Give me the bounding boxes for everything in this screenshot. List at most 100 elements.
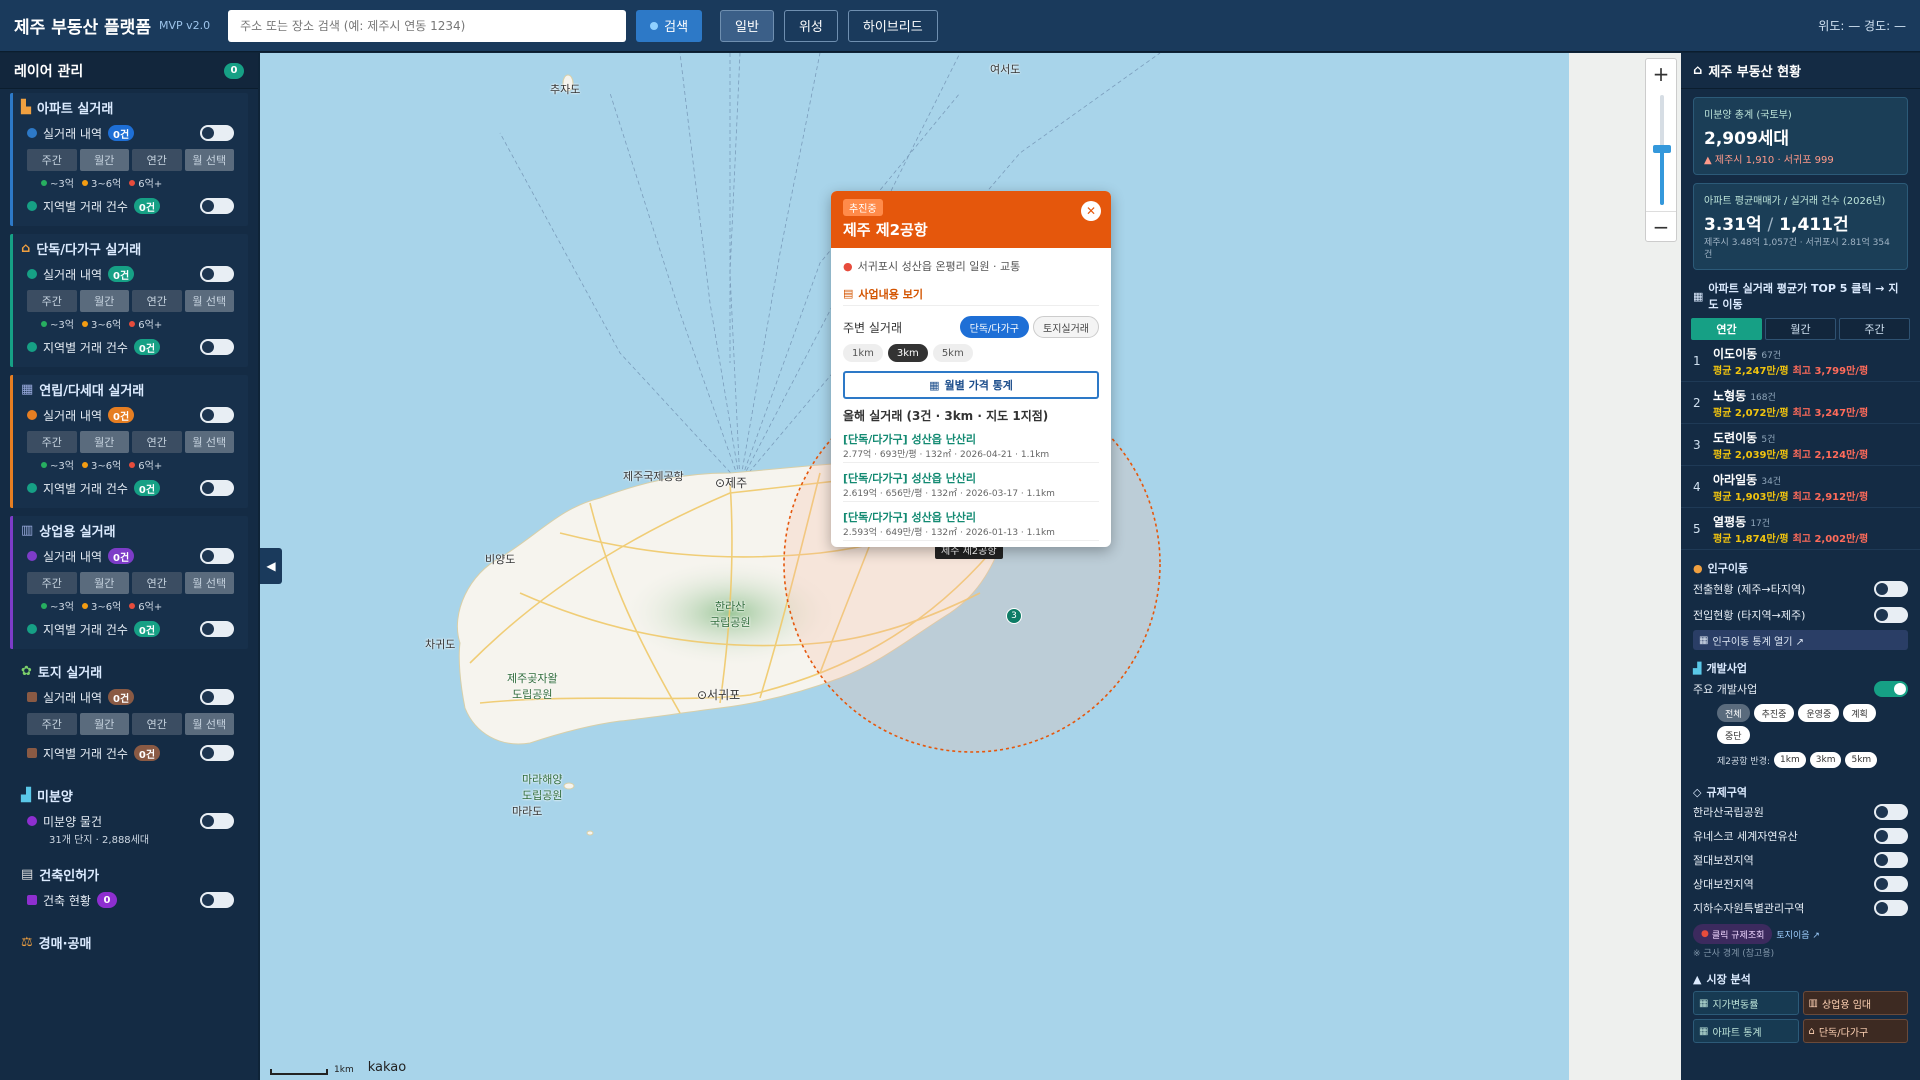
filter-planned[interactable]: 계획 [1843, 704, 1876, 722]
zone-toggle[interactable] [1874, 804, 1908, 820]
rank-max: 최고 3,799만/평 [1792, 365, 1869, 377]
layer-toggle[interactable] [200, 339, 234, 355]
radius-1km[interactable]: 1km [843, 344, 883, 362]
search-input[interactable]: 주소 또는 장소 검색 (예: 제주시 연동 1234) [228, 9, 627, 42]
filter-stopped[interactable]: 중단 [1717, 726, 1750, 744]
filter-operating[interactable]: 운영중 [1798, 704, 1840, 722]
popup-close-button[interactable]: ✕ [1081, 201, 1101, 221]
rank-avg: 평균 2,247만/평 [1713, 365, 1789, 377]
dev-toggle[interactable] [1874, 681, 1908, 697]
period-yearly[interactable]: 연간 [132, 149, 182, 171]
period-monthly[interactable]: 월간 [79, 431, 129, 453]
layer-row: 지역별 거래 건수 0건 [13, 474, 248, 502]
chip-land[interactable]: 토지실거래 [1033, 316, 1099, 338]
layer-toggle[interactable] [200, 745, 234, 761]
zoom-slider-handle[interactable] [1653, 145, 1671, 153]
toji-eum-link[interactable]: 토지이음 ↗ [1776, 928, 1820, 941]
layer-toggle[interactable] [200, 480, 234, 496]
monthly-stats-button[interactable]: ▦ 월별 가격 통계 [843, 371, 1099, 399]
color-dot [27, 342, 37, 352]
top5-item[interactable]: 4 아라일동 34건 평균 1,903만/평 최고 2,912만/평 [1681, 466, 1920, 508]
top5-item[interactable]: 3 도련이동 5건 평균 2,039만/평 최고 2,124만/평 [1681, 424, 1920, 466]
zoom-in-button[interactable]: + [1646, 59, 1676, 89]
map-type-hybrid[interactable]: 하이브리드 [847, 9, 938, 42]
airport-radius-5km[interactable]: 5km [1845, 752, 1878, 768]
period-yearly[interactable]: 연간 [132, 290, 182, 312]
period-monthly[interactable]: 월간 [79, 149, 129, 171]
filter-all[interactable]: 전체 [1717, 704, 1750, 722]
period-month-select[interactable]: 월 선택 [184, 572, 234, 594]
deal-detail: 2.619억 · 656만/평 · 132㎡ · 2026-03-17 · 1.… [843, 489, 1055, 499]
airport-radius-3km[interactable]: 3km [1809, 752, 1842, 768]
map-type-satellite[interactable]: 위성 [783, 9, 838, 42]
population-stats-link[interactable]: ▦ 인구이동 통계 열기 ↗ [1693, 630, 1908, 650]
tab-monthly[interactable]: 월간 [1765, 318, 1836, 340]
zone-toggle[interactable] [1874, 900, 1908, 916]
market-land-price-button[interactable]: ▦ 지가변동률 [1693, 991, 1799, 1015]
layer-toggle[interactable] [200, 407, 234, 423]
period-yearly[interactable]: 연간 [132, 431, 182, 453]
deal-item[interactable]: [단독/다가구] 성산읍 난산리 2.77억 · 693만/평 · 132㎡ · … [843, 431, 1099, 463]
market-apt-stats-button[interactable]: ▦ 아파트 통계 [1693, 1019, 1799, 1043]
period-monthly[interactable]: 월간 [79, 290, 129, 312]
project-detail-link[interactable]: ▤ 사업내용 보기 [843, 286, 1099, 306]
zone-toggle[interactable] [1874, 876, 1908, 892]
period-monthly[interactable]: 월간 [79, 572, 129, 594]
period-month-select[interactable]: 월 선택 [184, 713, 234, 735]
population-in-toggle[interactable] [1874, 607, 1908, 623]
market-detached-button[interactable]: ⌂ 단독/다가구 [1802, 1019, 1908, 1043]
collapse-panel-button[interactable]: ◀ [260, 548, 282, 584]
period-weekly[interactable]: 주간 [27, 431, 77, 453]
zone-toggle[interactable] [1874, 828, 1908, 844]
market-commercial-button[interactable]: ▥ 상업용 임대 [1802, 991, 1908, 1015]
search-button[interactable]: 검색 [636, 9, 703, 42]
chip-detached[interactable]: 단독/다가구 [959, 316, 1029, 338]
period-weekly[interactable]: 주간 [27, 290, 77, 312]
zone-lookup-button[interactable]: ● 클릭 규제조회 [1693, 924, 1773, 944]
zoom-out-button[interactable]: − [1646, 211, 1676, 241]
period-weekly[interactable]: 주간 [27, 149, 77, 171]
deal-count-value: 1,411건 [1779, 215, 1849, 235]
top5-item[interactable]: 1 이도이동 67건 평균 2,247만/평 최고 3,799만/평 [1681, 340, 1920, 382]
cluster-marker[interactable]: 3 [1006, 608, 1022, 624]
layer-toggle[interactable] [200, 548, 234, 564]
radius-5km[interactable]: 5km [932, 344, 973, 362]
zone-row: 유네스코 세계자연유산 [1681, 824, 1920, 848]
layer-toggle[interactable] [200, 125, 234, 141]
layer-toggle[interactable] [200, 892, 234, 908]
population-out-toggle[interactable] [1874, 581, 1908, 597]
radius-3km[interactable]: 3km [887, 344, 928, 362]
period-month-select[interactable]: 월 선택 [184, 149, 234, 171]
top5-item[interactable]: 2 노형동 168건 평균 2,072만/평 최고 3,247만/평 [1681, 382, 1920, 424]
period-yearly[interactable]: 연간 [132, 572, 182, 594]
period-weekly[interactable]: 주간 [27, 572, 77, 594]
tab-yearly[interactable]: 연간 [1691, 318, 1762, 340]
building-icon: ▟ [21, 787, 31, 803]
layer-toggle[interactable] [200, 689, 234, 705]
airport-radius-1km[interactable]: 1km [1774, 752, 1806, 768]
layer-toggle[interactable] [200, 813, 234, 829]
zone-toggle[interactable] [1874, 852, 1908, 868]
map-label-yeoseo: 여서도 [990, 63, 1021, 76]
period-month-select[interactable]: 월 선택 [184, 290, 234, 312]
layer-toggle[interactable] [200, 266, 234, 282]
top5-item[interactable]: 5 열평동 17건 평균 1,874만/평 최고 2,002만/평 [1681, 508, 1920, 550]
deal-item[interactable]: [단독/다가구] 성산읍 난산리 2.593억 · 649만/평 · 132㎡ ·… [843, 509, 1099, 541]
period-weekly[interactable]: 주간 [27, 713, 77, 735]
filter-in-progress[interactable]: 추진중 [1753, 704, 1795, 722]
map-type-normal[interactable]: 일반 [720, 9, 774, 42]
color-square [27, 692, 37, 702]
deal-detail: 2.593억 · 649만/평 · 132㎡ · 2026-01-13 · 1.… [843, 528, 1055, 538]
period-yearly[interactable]: 연간 [132, 713, 182, 735]
market-title-text: 시장 분석 [1706, 973, 1751, 986]
tab-weekly[interactable]: 주간 [1839, 318, 1910, 340]
status-panel: ⌂ 제주 부동산 현황 미분양 총계 (국토부) 2,909세대 ▲ 제주시 1,… [1681, 53, 1920, 1080]
section-title: ✿ 토지 실거래 [13, 659, 248, 683]
rank-count: 34건 [1761, 476, 1782, 487]
layer-toggle[interactable] [200, 198, 234, 214]
layer-toggle[interactable] [200, 621, 234, 637]
period-month-select[interactable]: 월 선택 [184, 431, 234, 453]
deal-item[interactable]: [단독/다가구] 성산읍 난산리 2.619억 · 656만/평 · 132㎡ ·… [843, 470, 1099, 502]
period-monthly[interactable]: 월간 [79, 713, 129, 735]
layer-count-badge: 0 [224, 62, 244, 79]
